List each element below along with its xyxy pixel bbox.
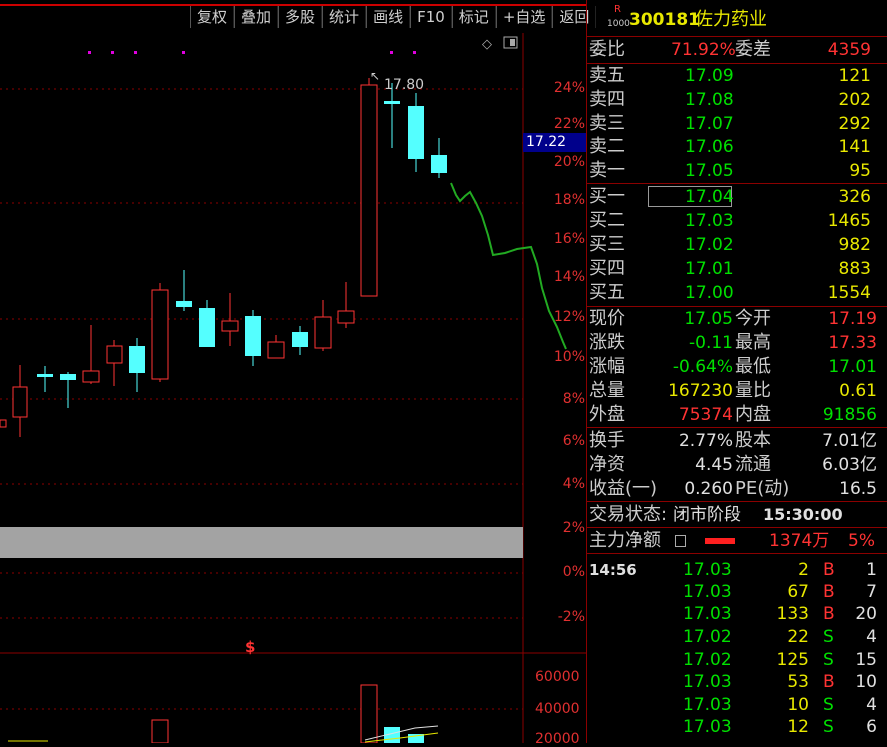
bid-row-3: 买三 17.02 982 (589, 234, 871, 255)
tick-row: 17.03 12 S 6 (683, 717, 877, 737)
quote-row-change: 涨跌 -0.11 最高 17.33 (589, 332, 877, 353)
badge-r: R (614, 4, 621, 15)
ask-row-4: 卖四 17.08 202 (589, 89, 871, 110)
fund-row-eps: 收益(一) 0.260 PE(动) 16.5 (589, 478, 877, 499)
ask-row-3: 卖三 17.07 292 (589, 113, 871, 134)
high-price-label: 17.80 (384, 77, 424, 93)
axis-label-6: 6% (562, 433, 585, 449)
trade-status-row: 交易状态: 闭市阶段 15:30:00 (589, 504, 843, 525)
axis-label-4: 4% (562, 476, 585, 492)
axis-label-14: 14% (553, 269, 585, 285)
tick-row: 17.03 53 B 10 (683, 672, 877, 692)
signal-markers (88, 51, 416, 54)
list-icon (675, 535, 686, 547)
fund-row-netasset: 净资 4.45 流通 6.03亿 (589, 454, 877, 475)
main-flow-pct: 5% (848, 531, 875, 551)
commission-ratio: 71.92% (671, 40, 736, 60)
axis-label-16: 16% (553, 231, 585, 247)
price-gridlines (0, 88, 523, 710)
volume-bars (8, 684, 439, 743)
bid-row-5: 买五 17.00 1554 (589, 282, 871, 303)
pct-axis: 24% 22% 20% 18% 16% 14% 12% 10% 8% 6% 4%… (523, 33, 585, 653)
axis-label-10: 10% (553, 349, 585, 365)
quote-row-outer: 外盘 75374 内盘 91856 (589, 404, 877, 425)
zero-band (0, 527, 523, 558)
vol-axis-40000: 40000 (535, 701, 580, 717)
stock-name: 佐力药业 (695, 9, 767, 30)
axis-label-20: 20% (553, 154, 585, 170)
commission-row: 委比 71.92% 委差 4359 (589, 39, 871, 60)
tick-row: 17.03 67 B 7 (683, 582, 877, 602)
tick-row: 17.03 133 B 20 (683, 604, 877, 624)
flow-bar (705, 538, 735, 544)
axis-label-2: 2% (562, 520, 585, 536)
quote-row-volume: 总量 167230 量比 0.61 (589, 380, 877, 401)
axis-label-22: 22% (553, 116, 585, 132)
current-price-tag: 17.22 (523, 133, 586, 152)
axis-label-8: 8% (562, 391, 585, 407)
tick-row: 17.02 22 S 4 (683, 627, 877, 647)
vol-axis-60000: 60000 (535, 669, 580, 685)
tick-row: 17.02 125 S 15 (683, 650, 877, 670)
dollar-marker: $ (245, 638, 255, 656)
ask-row-1: 卖一 17.05 95 (589, 160, 871, 181)
diamond-icon: ◇ (482, 37, 492, 52)
candles (0, 78, 447, 437)
tick-row: 14:56 17.03 2 B 1 (589, 560, 877, 580)
main-flow-amount: 1374万 (769, 531, 830, 551)
svg-text:↖: ↖ (370, 69, 380, 83)
commission-diff: 4359 (827, 40, 871, 60)
panel-divider (586, 0, 587, 743)
axis-label-12: 12% (553, 309, 585, 325)
vol-axis-20000: 20000 (535, 731, 580, 747)
bid-row-1: 买一 17.04 326 (589, 186, 871, 207)
axis-label-24: 24% (553, 80, 585, 96)
status-time: 15:30:00 (763, 505, 843, 524)
stock-header: R 1000 300181 佐力药业 (587, 4, 879, 36)
ask-row-5: 卖五 17.09 121 (589, 65, 871, 86)
fund-row-turnover: 换手 2.77% 股本 7.01亿 (589, 430, 877, 451)
candlestick-chart[interactable]: ◇ ↖ 17.80 $ (0, 0, 587, 743)
stock-code: 300181 (629, 10, 700, 30)
tick-row: 17.03 10 S 4 (683, 695, 877, 715)
quote-row-pct: 涨幅 -0.64% 最低 17.01 (589, 356, 877, 377)
axis-label-18: 18% (553, 192, 585, 208)
axis-label-0: 0% (562, 564, 585, 580)
ask-row-2: 卖二 17.06 141 (589, 136, 871, 157)
trade-status: 闭市阶段 (673, 505, 741, 525)
badge-num: 1000 (607, 19, 630, 29)
main-flow-row[interactable]: 主力净额 1374万 5% (587, 529, 879, 553)
bid-row-2: 买二 17.03 1465 (589, 210, 871, 231)
quote-panel: R 1000 300181 佐力药业 委比 71.92% 委差 4359 卖五 1… (587, 0, 887, 743)
bid-row-4: 买四 17.01 883 (589, 258, 871, 279)
quote-row-price: 现价 17.05 今开 17.19 (589, 308, 877, 329)
axis-label-neg2: -2% (557, 609, 585, 625)
